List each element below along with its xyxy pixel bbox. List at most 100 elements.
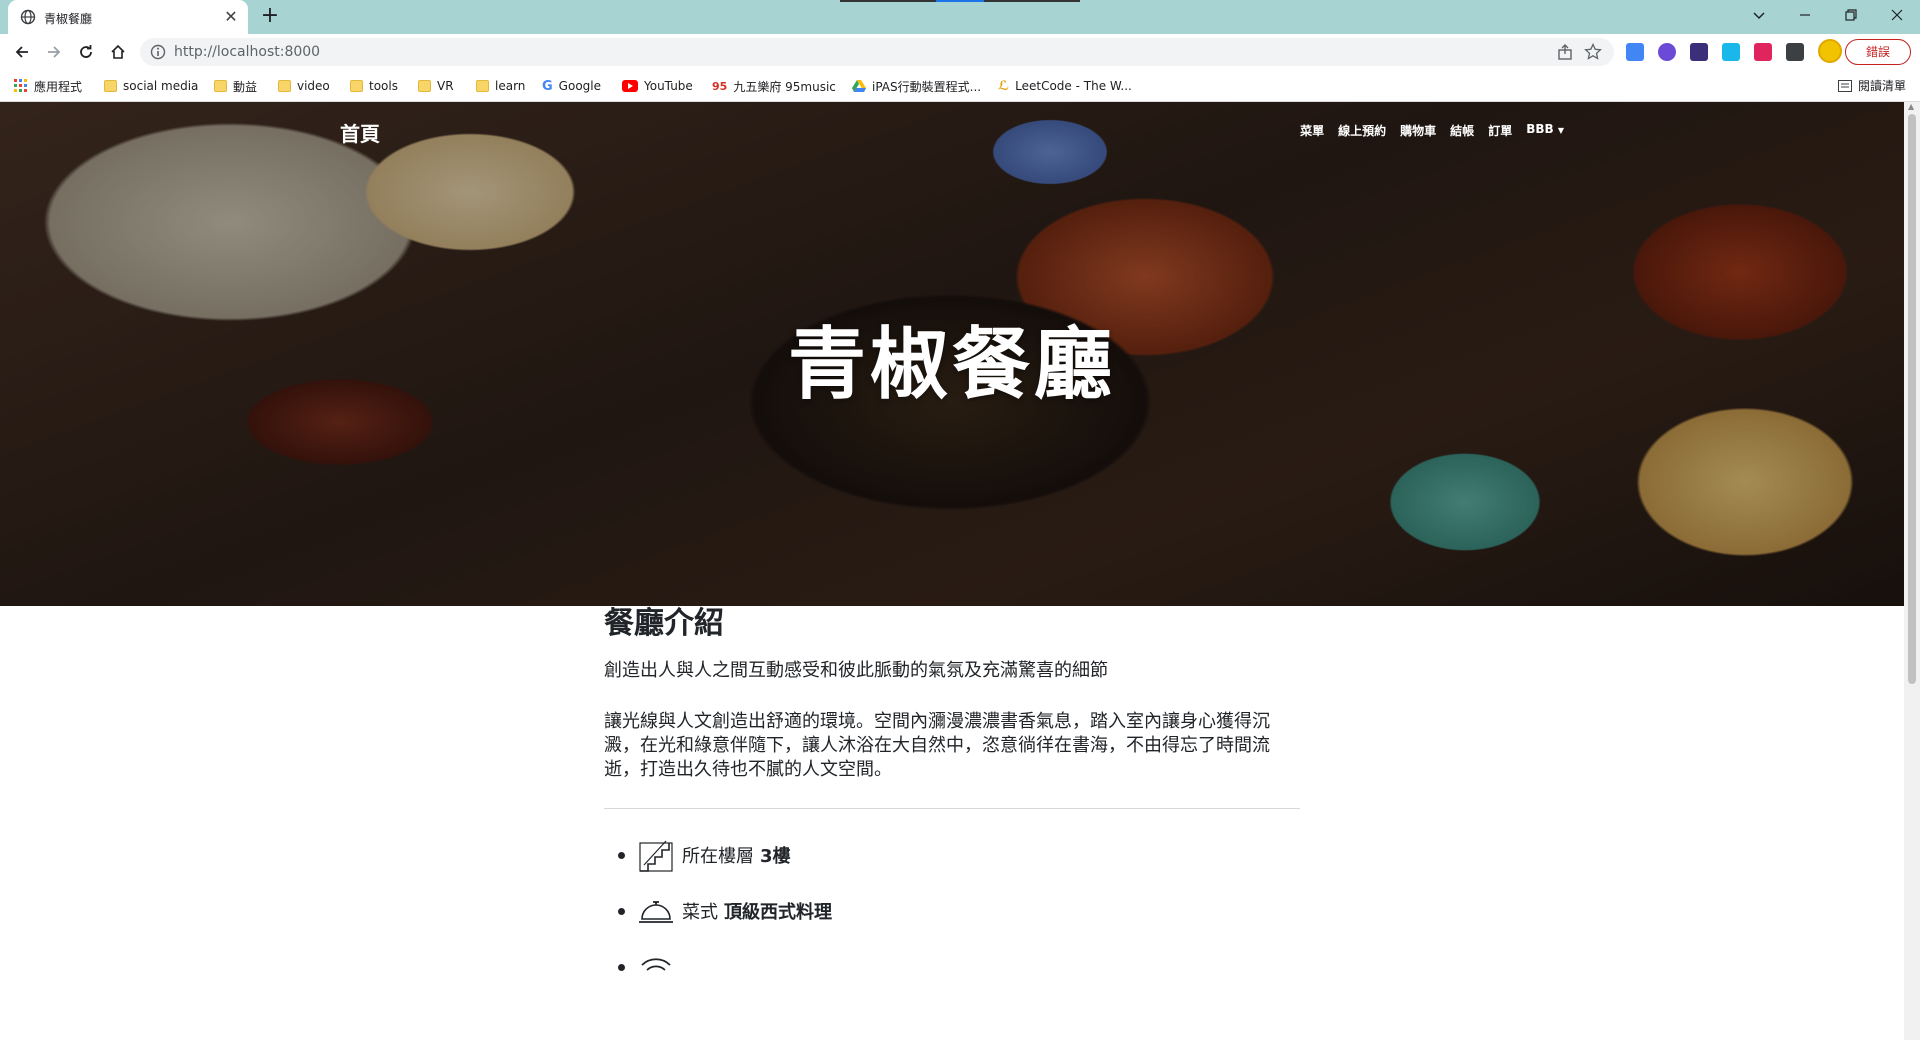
feature-label: 所在樓層 (682, 846, 754, 867)
puzzle-extensions-icon[interactable] (1786, 43, 1804, 61)
close-window-button[interactable] (1874, 0, 1920, 30)
bullet (618, 964, 625, 971)
bullet (618, 908, 625, 915)
vimeo-extension-icon[interactable] (1722, 43, 1740, 61)
share-icon[interactable] (1556, 43, 1574, 61)
globe-icon (20, 9, 36, 25)
bullet (618, 852, 625, 859)
bookmark-youtube[interactable]: YouTube (622, 77, 693, 95)
forward-button[interactable] (42, 40, 66, 64)
browser-tab[interactable]: 青椒餐廳 ✕ (8, 0, 248, 34)
about-section: 餐廳介紹 創造出人與人之間互動感受和彼此脈動的氣氛及充滿驚喜的細節 讓光線與人文… (604, 598, 1300, 995)
feature-value: 3樓 (760, 846, 791, 867)
home-icon (111, 44, 125, 59)
folder-icon (350, 80, 363, 92)
reading-list-icon (1837, 79, 1852, 92)
bookmark-label: 九五樂府 95music (733, 79, 836, 94)
about-title: 餐廳介紹 (604, 606, 724, 641)
ia-extension-icon[interactable] (1690, 43, 1708, 61)
bookmarks-bar: 應用程式 social media 動益 video tools VR lear… (0, 70, 1920, 102)
page-viewport: 首頁 菜單 線上預約 購物車 結帳 訂單 BBB ▼ 青椒餐廳 餐廳介紹 創造出… (0, 102, 1904, 1040)
bookmark-google[interactable]: G Google (542, 77, 601, 95)
bookmark-label: iPAS行動裝置程式... (872, 79, 982, 94)
video-extension-icon[interactable] (1754, 43, 1772, 61)
bookmark-ipas[interactable]: iPAS行動裝置程式... (852, 77, 981, 95)
restore-button[interactable] (1828, 0, 1874, 30)
bookmark-label: tools (369, 79, 398, 93)
info-icon[interactable] (150, 44, 166, 60)
google-icon: G (542, 78, 553, 94)
arrow-left-icon (15, 46, 28, 58)
scroll-thumb[interactable] (1908, 114, 1916, 684)
folder-icon (104, 80, 117, 92)
wifi-icon (641, 958, 671, 971)
nav-item-checkout[interactable]: 結帳 (1450, 122, 1474, 139)
new-tab-button[interactable]: + (258, 5, 282, 29)
stairs-icon (639, 840, 673, 872)
leetcode-icon: ℒ (998, 78, 1010, 94)
navbar-brand-home[interactable]: 首頁 (340, 118, 380, 147)
back-button[interactable] (10, 40, 34, 64)
reload-icon (80, 45, 92, 58)
minimize-button[interactable] (1782, 0, 1828, 30)
reading-list-button[interactable]: 閱讀清單 (1837, 77, 1906, 94)
list-item (604, 939, 1300, 995)
bookmark-label: VR (437, 79, 454, 93)
bookmark-leetcode[interactable]: ℒ LeetCode - The W... (998, 77, 1132, 95)
feature-value: 頂級西式料理 (724, 902, 832, 923)
apps-grid-icon (14, 79, 27, 92)
page-scrollbar[interactable]: ▲ (1904, 102, 1920, 1040)
url-text[interactable]: http://localhost:8000 (174, 44, 320, 60)
nav-item-cart[interactable]: 購物車 (1400, 122, 1436, 139)
bookmark-label: 動益 (233, 79, 258, 94)
nav-item-reservation[interactable]: 線上預約 (1338, 122, 1386, 139)
reload-button[interactable] (74, 40, 98, 64)
tab-search-button[interactable] (1736, 0, 1782, 30)
bookmark-label: 應用程式 (34, 79, 83, 94)
close-icon (1891, 9, 1903, 21)
close-tab-icon[interactable]: ✕ (222, 8, 240, 26)
bookmark-social-media[interactable]: social media (104, 77, 198, 95)
folder-icon (476, 80, 489, 92)
nav-item-menu[interactable]: 菜單 (1300, 122, 1324, 139)
reading-list-label: 閱讀清單 (1857, 79, 1906, 93)
tab-title: 青椒餐廳 (44, 12, 93, 26)
youtube-icon (622, 80, 638, 92)
bookmark-folder-2[interactable]: 動益 (214, 77, 257, 95)
bookmark-label: social media (123, 79, 199, 93)
drive-icon (852, 80, 866, 92)
about-body: 讓光線與人文創造出舒適的環境。空間內瀰漫濃濃書香氣息，踏入室內讓身心獲得沉澱，在… (604, 711, 1270, 780)
scroll-up-arrow-icon[interactable]: ▲ (1908, 102, 1914, 111)
translate-extension-icon[interactable] (1626, 43, 1644, 61)
arrow-right-icon (48, 46, 61, 58)
error-button[interactable]: 錯誤 (1845, 39, 1911, 65)
bookmark-label: learn (495, 79, 526, 93)
browser-toolbar: http://localhost:8000 錯誤 (0, 34, 1920, 70)
bookmark-label: Google (558, 79, 601, 93)
about-subtitle: 創造出人與人之間互動感受和彼此脈動的氣氛及充滿驚喜的細節 (604, 660, 1108, 681)
nav-item-orders[interactable]: 訂單 (1488, 122, 1512, 139)
bookmark-95music[interactable]: 95 九五樂府 95music (712, 77, 836, 95)
service-bell-icon (639, 901, 673, 923)
chevron-down-icon (1753, 12, 1765, 20)
feature-label: 菜式 (682, 902, 718, 923)
nav-item-user-dropdown[interactable]: BBB ▼ (1526, 122, 1564, 139)
bookmark-apps[interactable]: 應用程式 (14, 77, 82, 95)
caret-down-icon: ▼ (1557, 126, 1564, 135)
bookmark-video[interactable]: video (278, 77, 330, 95)
list-item: 菜式 頂級西式料理 (604, 883, 1300, 939)
bookmark-label: LeetCode - The W... (1015, 79, 1132, 93)
address-bar[interactable]: http://localhost:8000 (140, 38, 1614, 66)
bookmark-star-icon[interactable] (1584, 43, 1602, 61)
gear-extension-icon[interactable] (1658, 43, 1676, 61)
bookmark-tools[interactable]: tools (350, 77, 398, 95)
feature-list: 所在樓層 3樓 菜式 頂級西式料理 (604, 827, 1300, 995)
bookmark-learn[interactable]: learn (476, 77, 525, 95)
home-button[interactable] (106, 40, 130, 64)
navbar-menu: 菜單 線上預約 購物車 結帳 訂單 BBB ▼ (1300, 122, 1564, 139)
music-icon: 95 (712, 79, 728, 93)
bookmark-vr[interactable]: VR (418, 77, 454, 95)
folder-icon (418, 80, 431, 92)
hero-banner: 首頁 菜單 線上預約 購物車 結帳 訂單 BBB ▼ 青椒餐廳 (0, 102, 1904, 606)
profile-avatar[interactable] (1818, 39, 1842, 63)
